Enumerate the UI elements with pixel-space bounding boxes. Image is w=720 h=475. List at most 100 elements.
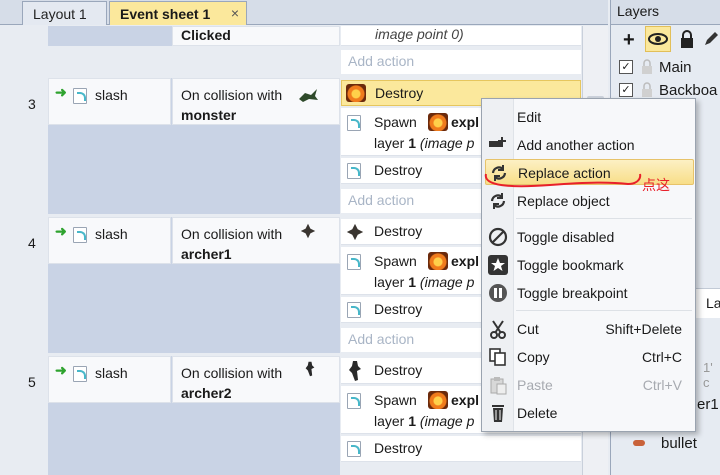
tab-layout-1[interactable]: Layout 1 — [22, 1, 107, 25]
partial-label: 1' c — [703, 360, 713, 390]
bookmark-star-icon — [488, 255, 508, 275]
menu-item-cut[interactable]: Cut Shift+Delete — [485, 316, 694, 342]
trigger-arrow-icon: ➜ — [55, 223, 67, 239]
slash-sprite-icon — [347, 393, 361, 409]
layers-toolbar: + — [617, 26, 720, 53]
event-condition-3[interactable]: On collision with monster — [172, 78, 340, 125]
action-text: Destroy — [374, 223, 423, 239]
menu-item-toggle-bookmark[interactable]: Toggle bookmark — [485, 252, 694, 278]
object-list-item[interactable]: er1 — [697, 396, 719, 413]
event-object-slash[interactable]: ➜ slash — [48, 217, 171, 264]
spawn-layer-line: layer 1 (image p — [374, 274, 475, 290]
partial-label: La — [706, 295, 720, 311]
spawn-layer-line: layer 1 (image p — [374, 413, 475, 429]
event-object-slash[interactable]: ➜ slash — [48, 356, 171, 403]
trash-icon — [492, 405, 504, 422]
action-text: Spawn — [374, 392, 417, 408]
event-condition-4[interactable]: On collision with archer1 — [172, 217, 340, 264]
pencil-icon[interactable] — [703, 31, 719, 47]
layers-panel-title: Layers — [611, 0, 720, 25]
action-text: Destroy — [374, 362, 423, 378]
breakpoint-pause-icon — [489, 284, 507, 302]
slash-sprite-icon — [73, 88, 87, 104]
slash-sprite-icon — [347, 441, 361, 457]
eye-icon[interactable] — [645, 26, 671, 52]
tab-event-sheet-label: Event sheet 1 — [120, 6, 211, 22]
action-text: Destroy — [374, 162, 423, 178]
explosion-sprite-icon — [428, 391, 448, 409]
trigger-arrow-icon: ➜ — [55, 84, 67, 100]
add-action-icon — [489, 137, 506, 147]
action-text: Spawn — [374, 114, 417, 130]
layer-name: Backboa — [659, 82, 718, 99]
disabled-icon — [488, 227, 508, 247]
slash-sprite-icon — [347, 115, 361, 131]
spawn-object: expl — [451, 114, 480, 130]
event-number: 3 — [28, 96, 36, 112]
annotation-text: 点这 — [642, 177, 670, 193]
archer2-sprite-icon — [349, 361, 361, 381]
document-tab-bar: Layout 1 Event sheet 1 × — [0, 0, 608, 25]
paste-icon — [490, 377, 507, 395]
monster-sprite-icon — [299, 89, 318, 102]
trigger-arrow-icon: ➜ — [55, 362, 67, 378]
explosion-sprite-icon — [428, 113, 448, 131]
event-condition-top[interactable]: Clicked — [172, 26, 340, 46]
event-number: 4 — [28, 235, 36, 251]
copy-icon — [489, 348, 506, 366]
layer-name: Main — [659, 59, 692, 76]
event-condition-5[interactable]: On collision with archer2 — [172, 356, 340, 403]
object-list-item[interactable]: bullet — [661, 435, 697, 452]
condition-text: On collision with — [181, 87, 283, 103]
slash-sprite-icon — [73, 227, 87, 243]
slash-sprite-icon — [347, 302, 361, 318]
event-number: 5 — [28, 374, 36, 390]
layer-visible-checkbox[interactable]: ✓ — [619, 83, 633, 97]
condition-target: archer1 — [181, 246, 232, 262]
spawn-object: expl — [451, 253, 480, 269]
slash-sprite-icon — [73, 366, 87, 382]
menu-item-add-another-action[interactable]: Add another action — [485, 132, 694, 158]
archer1-sprite-icon — [346, 223, 364, 241]
archer2-sprite-icon — [305, 361, 315, 377]
bullet-sprite-icon — [633, 440, 645, 446]
object-name: slash — [95, 365, 128, 381]
menu-separator — [516, 218, 692, 219]
action-text: Destroy — [375, 85, 424, 101]
lock-icon[interactable] — [641, 59, 653, 75]
archer1-sprite-icon — [300, 223, 316, 239]
add-layer-icon[interactable]: + — [623, 29, 635, 52]
context-menu: Edit Add another action Replace action R… — [481, 98, 696, 432]
scissors-icon — [490, 320, 506, 339]
layer-item-main[interactable]: ✓ Main — [617, 57, 720, 79]
add-action-link[interactable]: Add action — [341, 50, 581, 74]
menu-item-toggle-disabled[interactable]: Toggle disabled — [485, 224, 694, 250]
action-destroy[interactable]: Destroy — [341, 436, 581, 462]
event-object-slash[interactable]: ➜ slash — [48, 78, 171, 125]
condition-target: archer2 — [181, 385, 232, 401]
lock-icon[interactable] — [641, 82, 653, 98]
slash-sprite-icon — [347, 254, 361, 270]
explosion-sprite-icon — [346, 84, 366, 102]
menu-separator — [516, 310, 692, 311]
action-text: Destroy — [374, 301, 423, 317]
tab-close-icon[interactable]: × — [231, 5, 239, 21]
layer-visible-checkbox[interactable]: ✓ — [619, 60, 633, 74]
action-top[interactable]: image point 0) — [341, 26, 581, 46]
menu-item-toggle-breakpoint[interactable]: Toggle breakpoint — [485, 280, 694, 306]
object-name: slash — [95, 226, 128, 242]
tab-event-sheet-1[interactable]: Event sheet 1 × — [109, 1, 247, 25]
action-text: image point 0) — [375, 26, 464, 42]
action-text: Spawn — [374, 253, 417, 269]
lock-icon[interactable] — [679, 30, 695, 50]
menu-item-delete[interactable]: Delete — [485, 400, 694, 426]
condition-text: Clicked — [181, 27, 231, 43]
condition-text: On collision with — [181, 226, 283, 242]
menu-item-paste[interactable]: Paste Ctrl+V — [485, 372, 694, 398]
menu-item-edit[interactable]: Edit — [485, 104, 694, 130]
object-name: slash — [95, 87, 128, 103]
red-underline-annotation — [484, 173, 642, 188]
menu-item-copy[interactable]: Copy Ctrl+C — [485, 344, 694, 370]
spawn-object: expl — [451, 392, 480, 408]
explosion-sprite-icon — [428, 252, 448, 270]
